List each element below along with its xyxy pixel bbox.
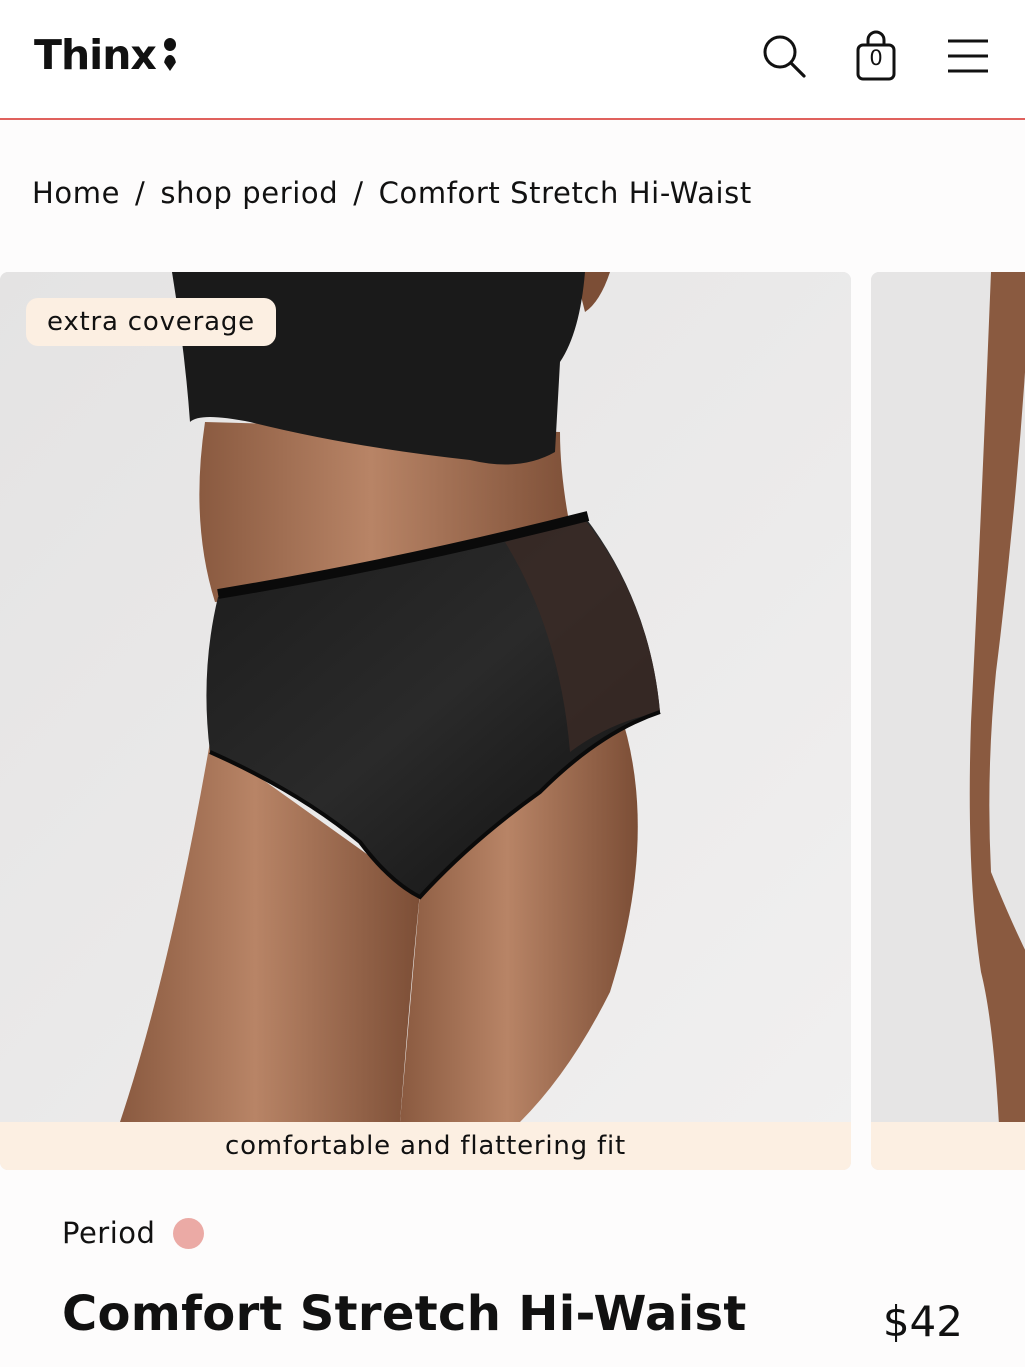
cart-count: 0 xyxy=(869,46,883,70)
breadcrumb-separator: / xyxy=(353,176,364,210)
breadcrumb-shop-period[interactable]: shop period xyxy=(160,176,338,210)
hamburger-menu-icon xyxy=(948,39,988,73)
product-category: Period xyxy=(62,1216,205,1250)
search-icon xyxy=(763,35,806,78)
product-photo-next xyxy=(871,272,1025,1170)
slide-caption-next xyxy=(871,1122,1025,1170)
site-header: Thinx 0 xyxy=(0,0,1025,120)
product-photo xyxy=(0,272,851,1170)
logo-text: Thinx xyxy=(34,31,157,79)
logo-mark-icon xyxy=(162,33,178,77)
gallery-slide-next[interactable] xyxy=(871,272,1025,1170)
extra-coverage-badge: extra coverage xyxy=(26,298,276,346)
cart-button[interactable]: 0 xyxy=(850,30,902,82)
slide-caption: comfortable and flattering fit xyxy=(0,1122,851,1170)
product-price: $42 xyxy=(882,1297,963,1346)
product-title: Comfort Stretch Hi-Waist xyxy=(62,1286,747,1342)
category-label: Period xyxy=(62,1216,156,1250)
menu-button[interactable] xyxy=(942,30,994,82)
breadcrumb-home[interactable]: Home xyxy=(32,176,120,210)
search-button[interactable] xyxy=(758,30,810,82)
gallery-slide-main[interactable]: extra coverage comfortable and flatterin… xyxy=(0,272,851,1170)
breadcrumb: Home / shop period / Comfort Stretch Hi-… xyxy=(32,176,752,210)
breadcrumb-separator: / xyxy=(135,176,146,210)
thinx-logo[interactable]: Thinx xyxy=(34,30,178,80)
category-color-dot xyxy=(173,1217,205,1249)
breadcrumb-current: Comfort Stretch Hi-Waist xyxy=(378,176,752,210)
